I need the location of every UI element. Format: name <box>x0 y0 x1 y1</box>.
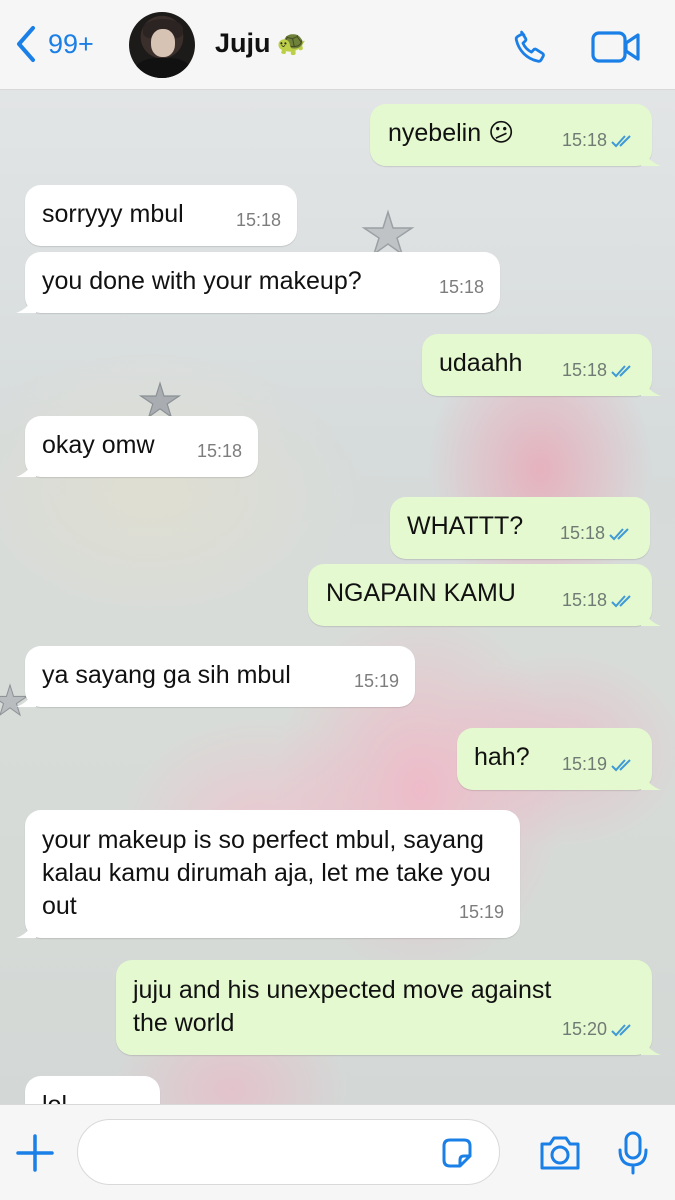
composer-bar <box>0 1104 675 1200</box>
message-text: your makeup is so perfect mbul, sayang k… <box>42 826 491 920</box>
message-meta: 15:18 <box>562 124 636 157</box>
double-check-icon <box>611 1023 631 1036</box>
message-text: nyebelin 😕 <box>388 119 515 147</box>
sticker-icon <box>440 1138 474 1174</box>
voice-call-button[interactable] <box>510 26 552 73</box>
double-check-icon <box>609 527 629 540</box>
star-decoration-icon <box>361 209 415 256</box>
message-text: udaahh <box>439 349 523 377</box>
double-check-icon <box>611 594 631 607</box>
message-bubble-incoming[interactable]: you done with your makeup? 15:18 <box>16 252 500 313</box>
unread-count: 99+ <box>48 28 94 59</box>
chevron-left-icon <box>14 24 38 64</box>
message-bubble-outgoing[interactable]: hah? 15:19 <box>457 728 661 790</box>
contact-emoji: 🐢 <box>276 30 307 57</box>
message-bubble-outgoing[interactable]: juju and his unexpected move against the… <box>116 960 661 1055</box>
message-meta: 15:19 <box>458 902 504 922</box>
plus-icon <box>14 1134 56 1178</box>
microphone-icon <box>617 1131 649 1180</box>
message-bubble-outgoing[interactable]: WHATTT? 15:18 <box>390 497 650 559</box>
message-text: ya sayang ga sih mbul <box>42 661 291 689</box>
contact-name-button[interactable]: Juju 🐢 <box>215 28 306 59</box>
message-meta: 15:18 <box>562 584 636 617</box>
message-meta: 15:18 <box>562 354 636 387</box>
message-meta: 15:19 <box>562 748 636 781</box>
video-call-button[interactable] <box>590 30 642 69</box>
microphone-button[interactable] <box>617 1130 649 1181</box>
message-meta: 15:18 <box>196 441 242 461</box>
message-text: NGAPAIN KAMU <box>326 579 516 607</box>
chat-header: 99+ Juju 🐢 <box>0 0 675 90</box>
message-bubble-incoming[interactable]: ya sayang ga sih mbul 15:19 <box>16 646 415 707</box>
star-decoration-icon <box>138 381 182 419</box>
message-meta: 15:20 <box>562 1013 636 1046</box>
message-meta: 15:18 <box>438 277 484 297</box>
message-bubble-incoming[interactable]: okay omw 15:18 <box>16 416 258 477</box>
message-text: sorryyy mbul <box>42 200 184 228</box>
chat-area[interactable]: nyebelin 😕 15:18 sorryyy mbul 15:18 you … <box>0 90 675 1104</box>
contact-avatar[interactable] <box>129 12 195 78</box>
message-meta: 15:18 <box>235 210 281 230</box>
video-camera-icon <box>590 31 642 68</box>
camera-icon <box>537 1136 583 1177</box>
message-bubble-incoming[interactable]: sorryyy mbul 15:18 <box>25 185 297 246</box>
double-check-icon <box>611 758 631 771</box>
sticker-button[interactable] <box>440 1136 474 1175</box>
attach-button[interactable] <box>14 1132 56 1179</box>
camera-button[interactable] <box>537 1133 583 1178</box>
message-text: juju and his unexpected move against the… <box>133 976 552 1037</box>
message-input[interactable] <box>77 1119 500 1185</box>
message-bubble-incoming[interactable]: lol <box>25 1076 160 1104</box>
message-meta: 15:18 <box>560 517 634 550</box>
double-check-icon <box>611 364 631 377</box>
message-bubble-outgoing[interactable]: udaahh 15:18 <box>422 334 661 396</box>
message-text: hah? <box>474 743 530 771</box>
back-button[interactable]: 99+ <box>14 24 94 64</box>
phone-icon <box>510 30 552 72</box>
message-bubble-outgoing[interactable]: NGAPAIN KAMU 15:18 <box>308 564 661 626</box>
message-text: okay omw <box>42 431 155 459</box>
message-text: WHATTT? <box>407 512 524 540</box>
double-check-icon <box>611 134 631 147</box>
message-bubble-incoming[interactable]: your makeup is so perfect mbul, sayang k… <box>16 810 520 938</box>
message-meta: 15:19 <box>353 671 399 691</box>
message-text: you done with your makeup? <box>42 267 362 295</box>
contact-name: Juju <box>215 28 271 58</box>
message-bubble-outgoing[interactable]: nyebelin 😕 15:18 <box>370 104 661 166</box>
message-text: lol <box>42 1091 67 1104</box>
